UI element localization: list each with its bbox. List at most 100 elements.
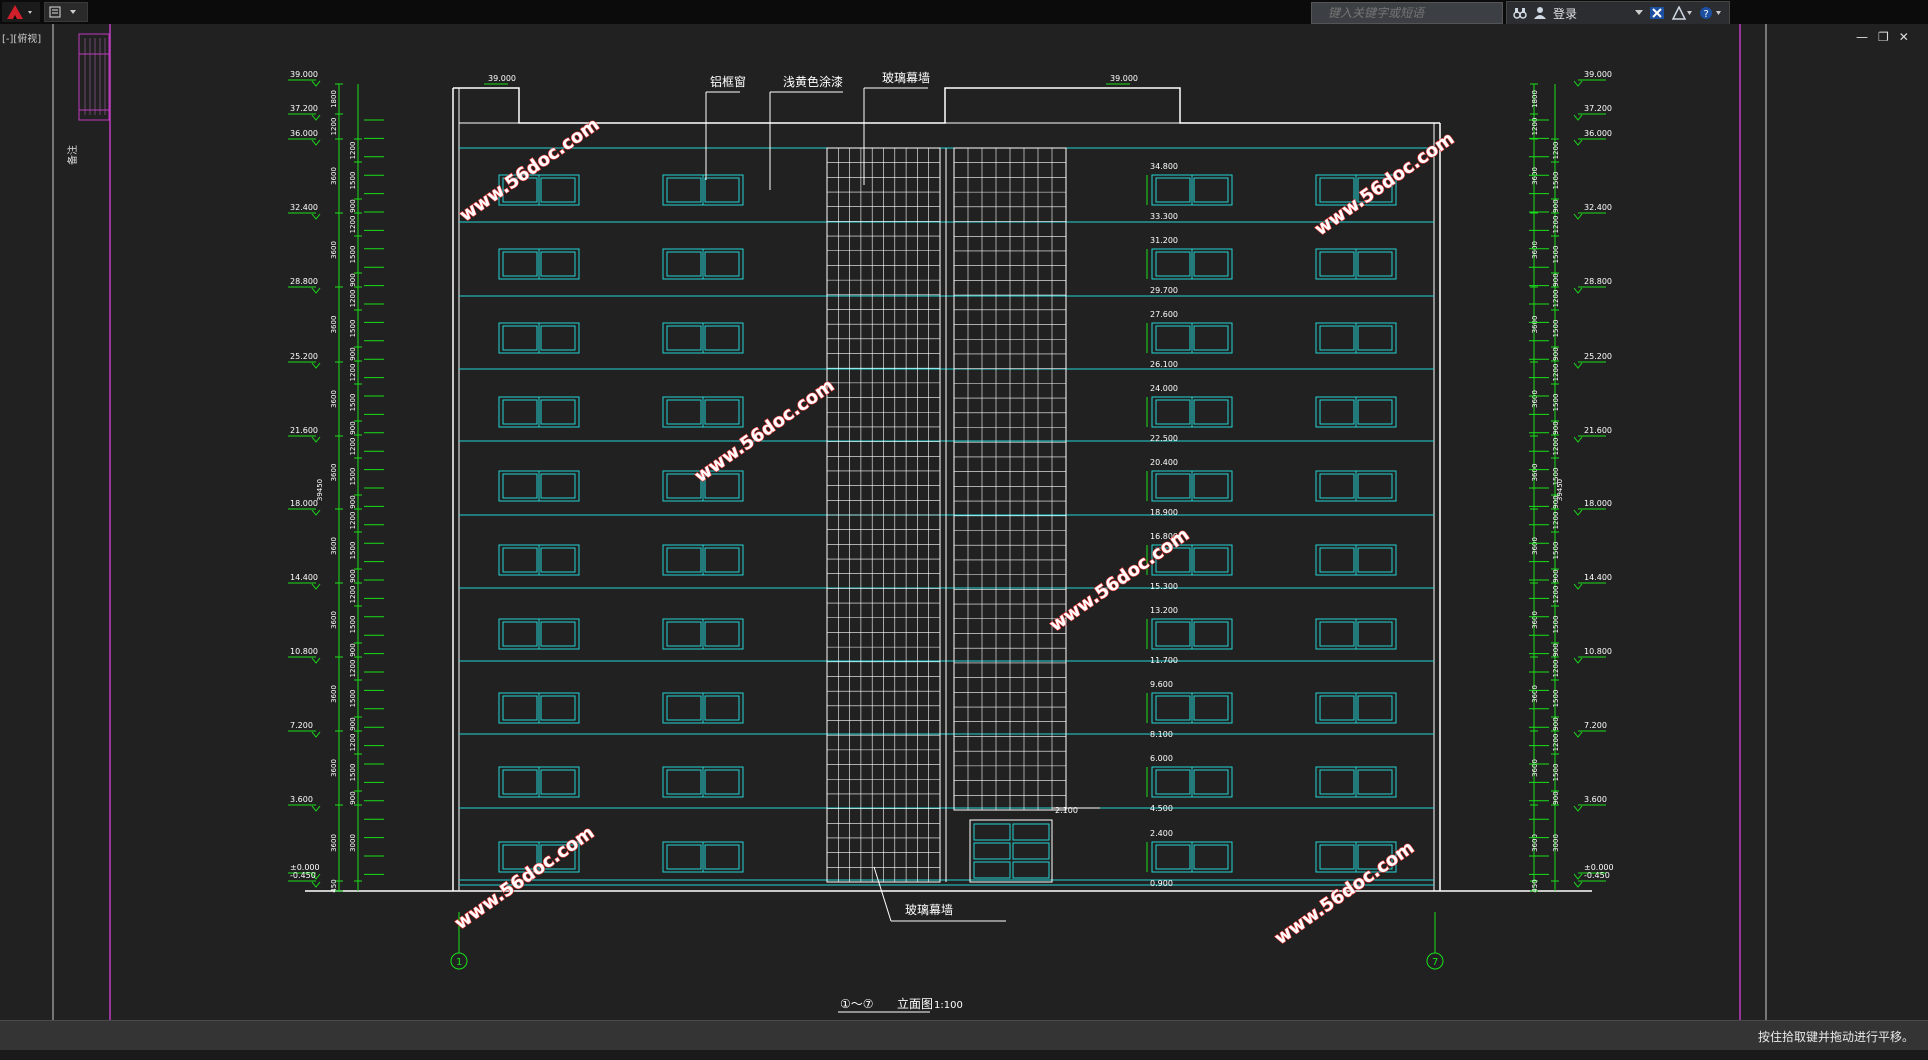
binoculars-icon[interactable] xyxy=(1513,6,1527,20)
quick-access-icon[interactable] xyxy=(44,2,88,22)
level-label-left: 7.200 xyxy=(290,721,313,730)
window-pane xyxy=(1319,621,1355,647)
label-curtain-wall-bottom: 玻璃幕墙 xyxy=(905,903,953,917)
dimension-outer: 3600 xyxy=(1531,685,1539,703)
window-pane xyxy=(502,473,538,499)
bottom-strip xyxy=(0,1050,1928,1060)
watermark: www.56doc.com xyxy=(451,822,598,934)
infocenter-toolbar: 登录 ? xyxy=(1506,1,1731,25)
dimension-outer: 3600 xyxy=(1531,390,1539,408)
window-pane xyxy=(502,251,538,277)
search-input[interactable] xyxy=(1312,5,1500,21)
dimension-inner: 1500 xyxy=(349,172,357,190)
svg-text:?: ? xyxy=(1704,9,1709,20)
level-triangle xyxy=(311,805,321,812)
dimension-inner: 1200 xyxy=(349,438,357,456)
dimension-outer: 1800 xyxy=(1531,90,1539,108)
dimension-inner: 1200 xyxy=(349,142,357,160)
search-box[interactable] xyxy=(1311,2,1503,24)
dimension-outer: 3600 xyxy=(1531,241,1539,259)
level-triangle xyxy=(1573,80,1583,87)
window-pane xyxy=(540,621,576,647)
login-button[interactable]: 登录 xyxy=(1553,5,1577,22)
level-label-right: 7.200 xyxy=(1584,721,1607,730)
restore-icon[interactable]: ❐ xyxy=(1878,30,1889,44)
leader-line xyxy=(873,866,892,922)
dimension-outer: 1800 xyxy=(330,90,338,108)
dimension-inner: 3000 xyxy=(1552,834,1560,852)
dimension-inner: 1500 xyxy=(1552,172,1560,190)
window-pane xyxy=(1193,769,1229,795)
dimension-inner: 1200 xyxy=(1552,512,1560,530)
grid-label-right: 7 xyxy=(1432,957,1438,968)
window-head-level: 34.800 xyxy=(1150,162,1178,171)
window-pane xyxy=(1319,251,1355,277)
window-sill-level: 26.100 xyxy=(1150,360,1178,369)
window-pane xyxy=(1155,769,1191,795)
level-triangle xyxy=(1573,881,1583,888)
dimension-outer: 3600 xyxy=(330,464,338,482)
dimension-inner: 1200 xyxy=(349,512,357,530)
dimension-inner: 900 xyxy=(1552,569,1560,582)
level-label-left: 39.000 xyxy=(290,70,318,79)
window-pane xyxy=(1319,769,1355,795)
window-pane xyxy=(540,325,576,351)
window-pane xyxy=(1193,547,1229,573)
viewport-label[interactable]: [-][俯视] xyxy=(2,30,41,45)
elevation-drawing[interactable]: 备注 34.800 33.300 31.200 29.700 27.600 26.100 24… xyxy=(0,24,1928,1020)
door-panel xyxy=(973,861,1011,879)
window-pane xyxy=(704,547,740,573)
window-pane xyxy=(666,695,702,721)
dimension-inner: 1500 xyxy=(349,394,357,412)
dimension-inner: 900 xyxy=(1552,421,1560,434)
dimension-inner: 900 xyxy=(1552,199,1560,212)
level-label-left: -0.450 xyxy=(290,871,316,880)
autodesk-icon[interactable] xyxy=(1671,6,1693,20)
minimize-icon[interactable]: — xyxy=(1856,30,1868,44)
door-panel xyxy=(973,823,1011,841)
watermark: www.56doc.com xyxy=(1271,837,1418,949)
level-label-left: 37.200 xyxy=(290,104,318,113)
user-icon[interactable] xyxy=(1533,6,1547,20)
watermark: www.56doc.com xyxy=(456,114,603,226)
window-pane xyxy=(1357,621,1393,647)
dimension-inner: 900 xyxy=(349,643,357,656)
window-pane xyxy=(1319,325,1355,351)
level-triangle xyxy=(1573,731,1583,738)
roof-level-right: 39.000 xyxy=(1110,74,1138,83)
drawing-viewport[interactable]: 备注 34.800 33.300 31.200 29.700 27.600 26.100 24… xyxy=(0,24,1928,1020)
dimension-outer: 3600 xyxy=(330,611,338,629)
window-pane xyxy=(1319,399,1355,425)
window-pane xyxy=(704,177,740,203)
dimension-outer: 450 xyxy=(330,879,338,892)
exchange-icon[interactable] xyxy=(1649,6,1665,20)
dimension-inner: 900 xyxy=(349,569,357,582)
window-pane xyxy=(1193,695,1229,721)
dimension-inner: 1500 xyxy=(349,764,357,782)
dimension-inner: 1500 xyxy=(349,616,357,634)
dimension-outer: 3600 xyxy=(330,759,338,777)
level-triangle xyxy=(311,881,321,888)
window-sill-level: 4.500 xyxy=(1150,804,1173,813)
dimension-inner: 1200 xyxy=(1552,364,1560,382)
level-triangle xyxy=(311,213,321,220)
window-head-level: 20.400 xyxy=(1150,458,1178,467)
dimension-inner: 900 xyxy=(349,421,357,434)
help-icon[interactable]: ? xyxy=(1699,6,1723,20)
chevron-down-icon[interactable] xyxy=(1583,10,1644,16)
level-triangle xyxy=(1573,114,1583,121)
window-head-level: 6.000 xyxy=(1150,754,1173,763)
status-message: 按住拾取键并拖动进行平移。 xyxy=(1757,1030,1914,1044)
label-paint: 浅黄色涂漆 xyxy=(783,74,843,89)
window-pane xyxy=(1357,399,1393,425)
dimension-inner: 1500 xyxy=(1552,394,1560,412)
level-triangle xyxy=(1573,657,1583,664)
dimension-outer: 3600 xyxy=(330,834,338,852)
window-head-level: 24.000 xyxy=(1150,384,1178,393)
dimension-inner: 1500 xyxy=(1552,246,1560,264)
window-sill-level: 11.700 xyxy=(1150,656,1178,665)
app-logo-icon[interactable] xyxy=(2,2,40,22)
level-triangle xyxy=(311,139,321,146)
level-triangle xyxy=(311,583,321,590)
close-icon[interactable]: ✕ xyxy=(1899,30,1909,44)
